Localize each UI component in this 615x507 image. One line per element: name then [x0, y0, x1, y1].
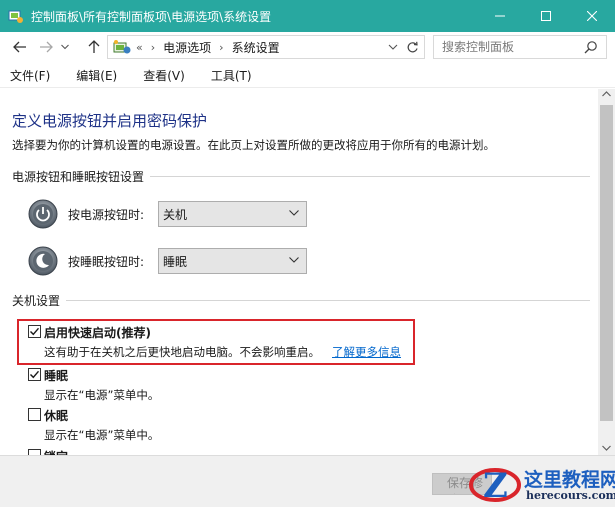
sleep-option-description: 显示在“电源”菜单中。	[44, 388, 160, 402]
search-input[interactable]	[442, 40, 582, 54]
maximize-icon	[541, 11, 551, 21]
refresh-button[interactable]	[403, 38, 421, 56]
group-divider	[12, 300, 590, 301]
watermark-url: herecours.com	[526, 489, 615, 502]
content-area: 定义电源按钮并启用密码保护 选择要为你的计算机设置的电源设置。在此页上对设置所做…	[0, 89, 598, 455]
breadcrumb-system-settings[interactable]: 系统设置	[232, 39, 280, 56]
sleep-checkbox[interactable]	[28, 368, 41, 381]
vertical-scrollbar[interactable]	[598, 89, 615, 455]
scroll-up-icon[interactable]	[602, 91, 611, 97]
sleep-button-action-select[interactable]: 睡眠	[158, 248, 307, 274]
sleep-button-action-value: 睡眠	[163, 254, 188, 269]
scroll-down-icon[interactable]	[602, 445, 611, 451]
breadcrumb-power-options[interactable]: 电源选项	[163, 39, 211, 56]
hibernate-option-description: 显示在“电源”菜单中。	[44, 428, 160, 442]
page-title: 定义电源按钮并启用密码保护	[12, 112, 208, 130]
power-icon	[28, 199, 58, 229]
search-box[interactable]	[433, 35, 607, 59]
power-button-row: 按电源按钮时: 关机	[28, 199, 318, 229]
minimize-button[interactable]	[477, 0, 523, 32]
power-group-label: 电源按钮和睡眠按钮设置	[12, 168, 151, 185]
chevron-right-icon[interactable]: ›	[219, 41, 223, 54]
sleep-icon	[28, 246, 58, 276]
hibernate-option-title: 休眠	[44, 409, 69, 423]
window-title: 控制面板\所有控制面板项\电源选项\系统设置	[31, 9, 272, 24]
control-panel-icon	[112, 39, 132, 55]
scrollbar-thumb[interactable]	[600, 105, 613, 421]
menu-tools[interactable]: 工具(T)	[211, 67, 252, 84]
hibernate-checkbox[interactable]	[28, 408, 41, 421]
watermark: Z 这里教程网 herecours.com	[468, 460, 615, 507]
power-button-action-value: 关机	[163, 207, 188, 222]
breadcrumb-overflow[interactable]: «	[136, 41, 143, 54]
refresh-icon	[407, 41, 418, 52]
arrow-left-icon	[13, 41, 26, 53]
up-button[interactable]	[84, 37, 104, 57]
chevron-down-icon	[388, 44, 398, 50]
sleep-option-title: 睡眠	[44, 369, 69, 383]
menu-view[interactable]: 查看(V)	[143, 67, 185, 84]
svg-text:Z: Z	[483, 466, 508, 506]
maximize-button[interactable]	[523, 0, 569, 32]
sleep-button-row: 按睡眠按钮时: 睡眠	[28, 246, 318, 276]
shutdown-group-label: 关机设置	[12, 292, 67, 309]
menu-file[interactable]: 文件(F)	[10, 67, 50, 84]
lock-option-title: 锁定	[44, 448, 68, 455]
minimize-icon	[495, 15, 505, 17]
close-button[interactable]	[569, 0, 615, 32]
watermark-brand: 这里教程网	[524, 469, 615, 491]
address-dropdown-button[interactable]	[386, 40, 400, 54]
power-button-action-select[interactable]: 关机	[158, 201, 307, 227]
sleep-button-label: 按睡眠按钮时:	[68, 255, 145, 269]
menu-bar: 文件(F) 编辑(E) 查看(V) 工具(T)	[0, 64, 615, 88]
highlight-box	[17, 319, 415, 365]
power-button-label: 按电源按钮时:	[68, 208, 145, 222]
address-bar[interactable]: « › 电源选项 › 系统设置	[107, 35, 425, 59]
checkmark-icon	[30, 370, 40, 379]
chevron-down-icon	[289, 257, 299, 263]
close-icon	[587, 11, 597, 21]
arrow-right-icon	[40, 41, 53, 53]
search-icon[interactable]	[584, 40, 598, 57]
title-bar: 控制面板\所有控制面板项\电源选项\系统设置	[0, 0, 615, 32]
navigation-bar: « › 电源选项 › 系统设置	[0, 32, 615, 62]
chevron-right-icon[interactable]: ›	[151, 41, 155, 54]
page-description: 选择要为你的计算机设置的电源设置。在此页上对设置所做的更改将应用于你所有的电源计…	[12, 138, 495, 152]
back-button[interactable]	[10, 37, 30, 57]
chevron-down-icon	[61, 44, 69, 50]
watermark-logo-icon: Z	[469, 466, 521, 506]
control-panel-icon	[8, 8, 24, 24]
chevron-down-icon	[289, 210, 299, 216]
recent-locations-button[interactable]	[58, 37, 72, 57]
forward-button[interactable]	[36, 37, 56, 57]
arrow-up-icon	[88, 40, 100, 53]
menu-edit[interactable]: 编辑(E)	[76, 67, 117, 84]
